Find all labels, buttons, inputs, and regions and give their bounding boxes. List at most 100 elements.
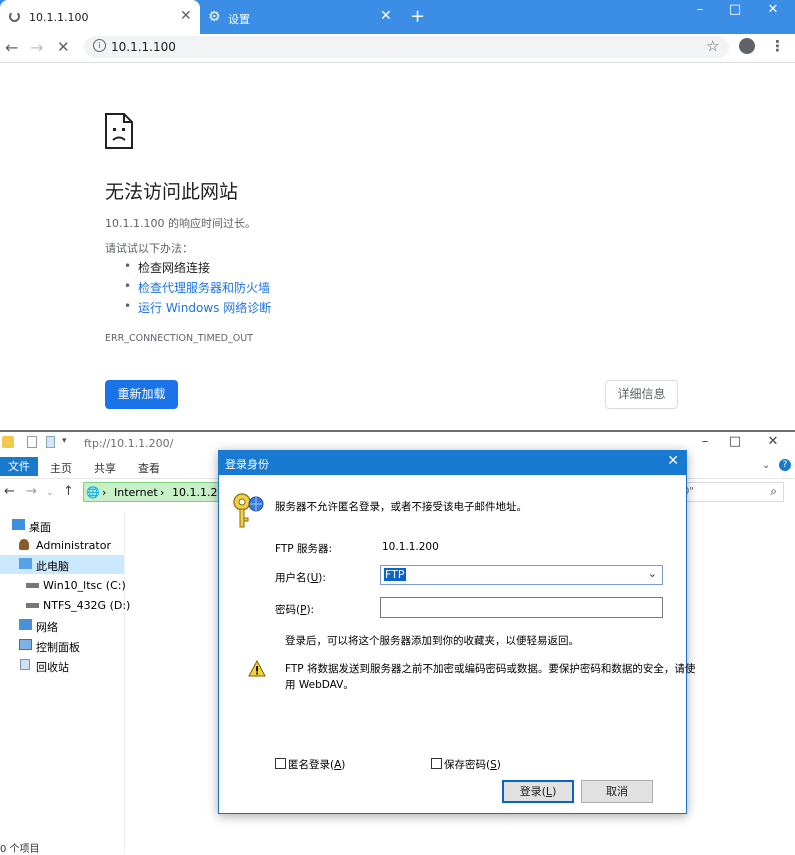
suggestion-link-proxy[interactable]: 检查代理服务器和防火墙: [138, 279, 270, 296]
warning-icon: [248, 660, 266, 677]
dialog-message: 服务器不允许匿名登录，或者不接受该电子邮件地址。: [275, 501, 527, 513]
sidebar-item-label: 网络: [36, 621, 58, 634]
drive-icon: [26, 583, 39, 588]
reload-button[interactable]: 重新加载: [105, 380, 178, 409]
ribbon-tab-home[interactable]: 主页: [50, 460, 72, 476]
sidebar-item-network[interactable]: 网络: [0, 616, 124, 635]
maximize-button[interactable]: □: [720, 2, 750, 17]
user-icon: [19, 539, 29, 550]
username-value[interactable]: FTP: [384, 568, 406, 581]
help-icon[interactable]: ?: [779, 459, 791, 471]
new-tab-button[interactable]: +: [410, 6, 425, 27]
warning-text-line1: FTP 将数据发送到服务器之前不加密或编码密码或数据。要保护密码和数据的安全，请…: [285, 663, 696, 675]
cancel-button[interactable]: 取消: [581, 780, 653, 803]
sidebar-item-label: Win10_ltsc (C:): [43, 579, 126, 592]
explorer-address-bar[interactable]: 🌐 › Internet › 10.1.1.20: [83, 482, 224, 502]
sidebar-item-administrator[interactable]: Administrator: [0, 536, 124, 555]
tab-close-icon[interactable]: ✕: [180, 8, 192, 24]
warning-text-line2: 用 WebDAV。: [285, 679, 354, 691]
info-text: 登录后，可以将这个服务器添加到你的收藏夹，以便轻易返回。: [285, 635, 579, 647]
desktop-icon: [12, 519, 25, 530]
sidebar-item-recycle-bin[interactable]: 回收站: [0, 656, 124, 675]
sidebar-item-label: Administrator: [36, 539, 111, 552]
login-button[interactable]: 登录(L): [502, 780, 574, 803]
search-box[interactable]: 0" ⌕: [680, 482, 784, 502]
drive-icon: [26, 603, 39, 608]
ribbon-tab-share[interactable]: 共享: [94, 460, 116, 476]
ribbon-tab-file[interactable]: 文件: [0, 457, 38, 476]
error-title: 无法访问此网站: [105, 181, 239, 203]
dialog-titlebar: 登录身份 ✕: [218, 450, 687, 475]
close-window-button[interactable]: ✕: [758, 2, 788, 17]
address-segment[interactable]: Internet: [114, 486, 158, 499]
sidebar-item-drive-d[interactable]: NTFS_432G (D:): [0, 596, 130, 615]
computer-icon: [19, 558, 32, 569]
network-globe-icon: 🌐: [86, 486, 100, 499]
tab-close-icon[interactable]: ✕: [380, 8, 392, 24]
sidebar-item-label: NTFS_432G (D:): [43, 599, 131, 612]
stop-button[interactable]: ✕: [57, 38, 70, 56]
sidebar-item-this-pc[interactable]: 此电脑: [0, 555, 124, 574]
dialog-close-button[interactable]: ✕: [667, 453, 679, 469]
username-combobox[interactable]: FTP ⌄: [380, 565, 663, 585]
password-field[interactable]: [380, 597, 663, 618]
up-button[interactable]: ↑: [63, 484, 74, 499]
tab-active[interactable]: 10.1.1.100 ✕: [0, 0, 200, 34]
address-segment[interactable]: 10.1.1.20: [172, 486, 224, 499]
bookmark-star-icon[interactable]: ☆: [706, 37, 719, 55]
suggestion-text: 检查网络连接: [138, 261, 211, 275]
tab-title: 设置: [228, 13, 250, 26]
key-globe-icon: [233, 493, 264, 528]
ribbon-tab-view[interactable]: 查看: [138, 460, 160, 476]
address-bar[interactable]: [84, 36, 729, 58]
suggestions-title: 请试试以下办法：: [105, 242, 193, 255]
error-code: ERR_CONNECTION_TIMED_OUT: [105, 333, 253, 344]
minimize-button[interactable]: –: [690, 434, 720, 449]
info-icon[interactable]: i: [93, 39, 106, 52]
username-label: 用户名(U):: [275, 572, 326, 584]
password-label: 密码(P):: [275, 604, 315, 616]
qat-dropdown-icon[interactable]: ▾: [62, 436, 67, 446]
address-text[interactable]: 10.1.1.100: [111, 40, 176, 54]
properties-icon[interactable]: [27, 436, 37, 448]
status-bar-text: 0 个项目: [0, 844, 40, 855]
anonymous-login-checkbox[interactable]: [275, 758, 286, 769]
control-panel-icon: [19, 639, 32, 650]
recycle-bin-icon: [20, 659, 30, 670]
close-window-button[interactable]: ✕: [758, 434, 788, 449]
folder-icon: [2, 436, 14, 448]
recent-dropdown-icon[interactable]: ⌄: [46, 488, 54, 498]
sidebar-item-label: 桌面: [29, 521, 51, 534]
sidebar-item-label: 回收站: [36, 661, 69, 674]
forward-button[interactable]: →: [26, 484, 37, 499]
dialog-title: 登录身份: [225, 458, 269, 471]
server-value: 10.1.1.200: [382, 541, 439, 553]
sidebar-item-desktop[interactable]: 桌面: [0, 516, 124, 535]
tab-settings[interactable]: 设置 ✕: [200, 0, 398, 34]
ribbon-expand-icon[interactable]: ⌄: [762, 460, 770, 471]
maximize-button[interactable]: □: [720, 434, 750, 449]
network-icon: [19, 619, 32, 630]
details-button[interactable]: 详细信息: [605, 380, 678, 409]
save-password-checkbox[interactable]: [431, 758, 442, 769]
minimize-button[interactable]: –: [685, 2, 715, 17]
loading-spinner-icon: [9, 11, 20, 22]
sidebar-item-drive-c[interactable]: Win10_ltsc (C:): [0, 576, 126, 595]
search-icon[interactable]: ⌕: [770, 484, 777, 499]
sidebar-item-control-panel[interactable]: 控制面板: [0, 636, 124, 655]
window-title: ftp://10.1.1.200/: [84, 437, 174, 450]
account-avatar-icon[interactable]: [739, 38, 755, 54]
suggestion-link-diagnostics[interactable]: 运行 Windows 网络诊断: [138, 299, 271, 316]
save-password-label[interactable]: 保存密码(S): [444, 757, 501, 772]
sidebar-item-label: 控制面板: [36, 641, 80, 654]
chevron-down-icon[interactable]: ⌄: [648, 567, 657, 580]
tab-title: 10.1.1.100: [29, 11, 89, 24]
menu-icon[interactable]: ⋮: [770, 37, 785, 55]
anonymous-login-label[interactable]: 匿名登录(A): [288, 757, 345, 772]
back-button[interactable]: ←: [4, 484, 15, 499]
forward-button[interactable]: →: [30, 38, 43, 57]
new-folder-icon[interactable]: [46, 436, 55, 448]
error-description: 10.1.1.100 的响应时间过长。: [105, 217, 256, 230]
back-button[interactable]: ←: [5, 38, 18, 57]
sidebar-item-label: 此电脑: [36, 560, 69, 573]
